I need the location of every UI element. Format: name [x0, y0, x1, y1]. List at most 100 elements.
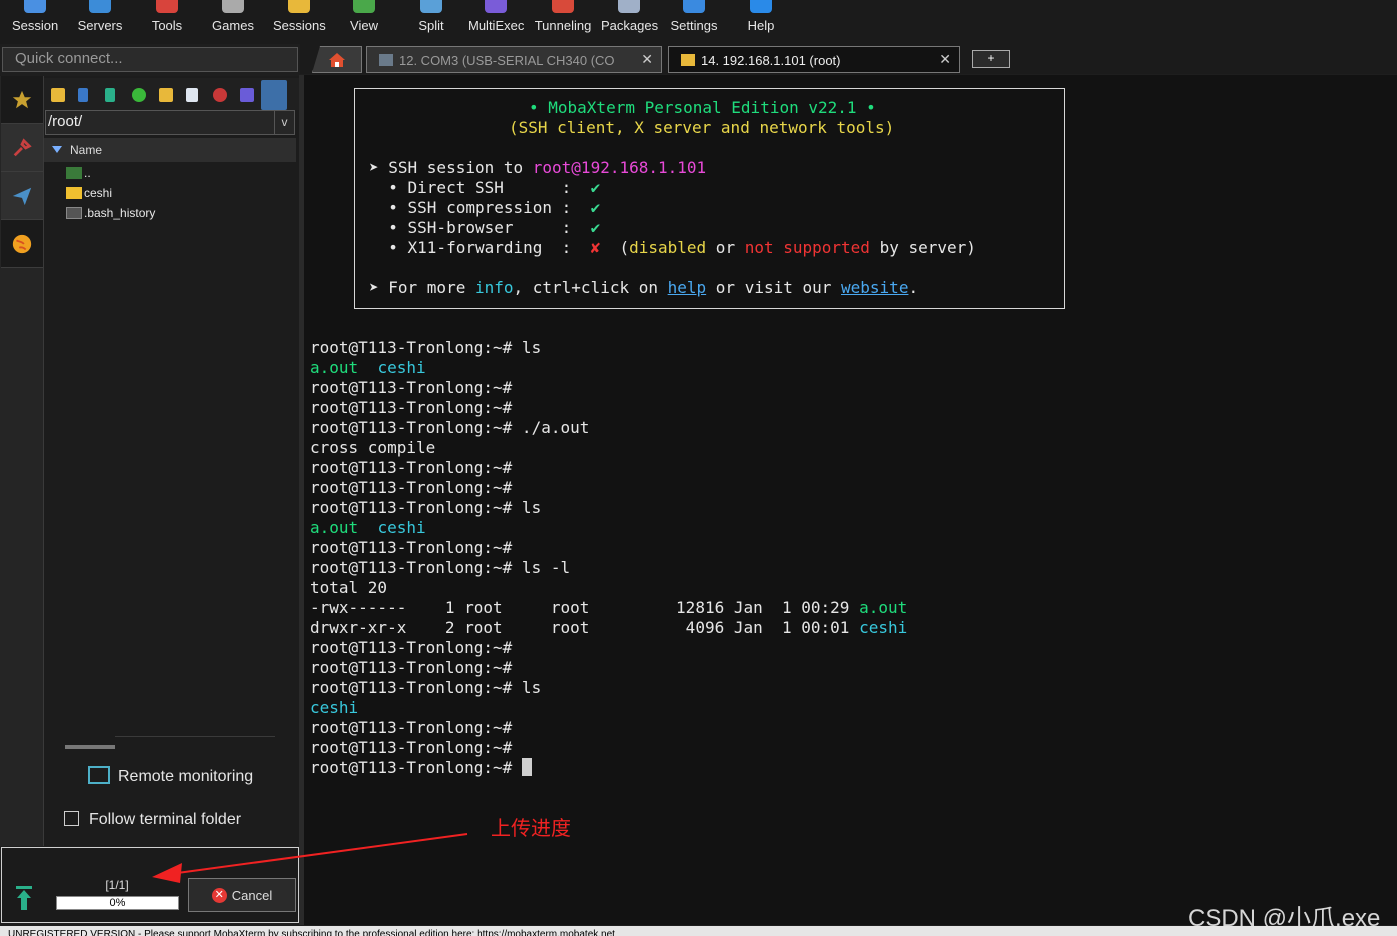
tab-ssh-session[interactable]: 14. 192.168.1.101 (root) ✕ — [668, 46, 960, 73]
toolbar-servers-button[interactable]: Servers — [77, 0, 123, 42]
view-icon — [353, 0, 375, 13]
main-toolbar: Session Servers Tools Games Sessions View Spli… — [0, 0, 1397, 44]
tab-com3[interactable]: 12. COM3 (USB-SERIAL CH340 (CO ✕ — [366, 46, 662, 73]
file-name: ceshi — [84, 186, 113, 200]
prompt-line: root@T113-Tronlong:~# — [310, 378, 512, 398]
shell-prompt: root@T113-Tronlong:~# — [310, 718, 513, 737]
close-tab-icon[interactable]: ✕ — [939, 51, 951, 68]
terminal[interactable]: • MobaXterm Personal Edition v22.1 • (SS… — [304, 75, 1397, 925]
banner-subtitle: (SSH client, X server and network tools) — [509, 118, 895, 137]
terminal-cursor — [521, 758, 532, 776]
macros-side-tab[interactable] — [1, 172, 43, 220]
games-icon — [222, 0, 244, 13]
file-row[interactable]: .bash_history — [66, 206, 155, 226]
ssh-key-icon — [681, 54, 695, 66]
upload-count: [1/1] — [105, 878, 129, 892]
file-icon — [66, 207, 82, 219]
follow-terminal-folder-checkbox[interactable]: Follow terminal folder — [64, 811, 241, 829]
toolbar-session-button[interactable]: Session — [12, 0, 58, 42]
help-link[interactable]: help — [668, 278, 707, 297]
home-tab[interactable] — [312, 46, 362, 73]
tools-icon — [156, 0, 178, 13]
ls-long-line: drwxr-xr-x 2 root root 4096 Jan 1 00:01 … — [310, 618, 908, 637]
shell-prompt: root@T113-Tronlong:~# — [310, 458, 513, 477]
upload-progress-bar: 0% — [56, 896, 179, 910]
upload-icon[interactable] — [105, 88, 115, 102]
session-tab-bar: 12. COM3 (USB-SERIAL CH340 (CO ✕ 14. 192… — [300, 44, 1397, 74]
parent-folder-icon — [66, 167, 82, 179]
toolbar-help-button[interactable]: Help — [745, 0, 777, 42]
new-tab-button[interactable]: + — [972, 50, 1010, 68]
column-header-name[interactable]: Name — [44, 138, 296, 162]
delete-icon[interactable] — [213, 88, 227, 102]
servers-icon — [89, 0, 111, 13]
packages-icon — [618, 0, 640, 13]
star-icon — [12, 90, 32, 108]
toolbar-games-button[interactable]: Games — [211, 0, 255, 42]
toggle-panel-icon[interactable] — [261, 80, 287, 110]
toolbar-packages-button[interactable]: Packages — [601, 0, 658, 42]
cancel-label: Cancel — [231, 887, 273, 903]
file-row[interactable]: ceshi — [66, 186, 112, 206]
prompt-line: root@T113-Tronlong:~# — [310, 398, 512, 418]
sftp-side-tab[interactable] — [1, 220, 43, 268]
prompt-line: root@T113-Tronlong:~# — [310, 638, 512, 658]
remote-monitoring-button[interactable]: Remote monitoring — [88, 766, 253, 786]
banner-x11: • X11-forwarding : ✘ (disabled or not su… — [369, 238, 976, 257]
toolbar-settings-button[interactable]: Settings — [668, 0, 720, 42]
chevron-down-icon[interactable]: v — [274, 111, 294, 134]
shell-prompt: root@T113-Tronlong:~# — [310, 638, 513, 657]
file-name: .. — [84, 166, 91, 180]
home-icon — [329, 52, 345, 67]
shell-prompt: root@T113-Tronlong:~# — [310, 498, 513, 517]
toolbar-multiexec-button[interactable]: MultiExec — [468, 0, 524, 42]
website-link[interactable]: website — [841, 278, 908, 297]
rename-icon[interactable] — [240, 88, 254, 102]
globe-icon — [12, 234, 32, 253]
shell-prompt: root@T113-Tronlong:~# — [310, 418, 513, 437]
toolbar-split-button[interactable]: Split — [415, 0, 447, 42]
sort-desc-icon — [52, 146, 62, 153]
banner-title: • MobaXterm Personal Edition v22.1 • — [529, 98, 876, 117]
folder-up-icon[interactable] — [51, 88, 65, 102]
toolbar-sessions-button[interactable]: Sessions — [273, 0, 326, 42]
prompt-line: root@T113-Tronlong:~# — [310, 758, 532, 778]
prompt-line: root@T113-Tronlong:~# ls — [310, 338, 541, 358]
download-icon[interactable] — [78, 88, 88, 102]
ls-long-line: -rwx------ 1 root root 12816 Jan 1 00:29… — [310, 598, 908, 617]
prompt-line: root@T113-Tronlong:~# ls — [310, 678, 541, 698]
toolbar-tunneling-button[interactable]: Tunneling — [534, 0, 592, 42]
toolbar-label: Games — [212, 18, 254, 33]
banner-ssh-compression: • SSH compression : ✔ — [369, 198, 601, 217]
upload-progress-panel: [1/1] 0% ✕ Cancel — [1, 847, 299, 923]
prompt-line: root@T113-Tronlong:~# ./a.out — [310, 418, 589, 438]
cancel-upload-button[interactable]: ✕ Cancel — [188, 878, 296, 912]
command-text: ls — [512, 498, 542, 517]
side-tab-strip — [0, 76, 44, 846]
close-tab-icon[interactable]: ✕ — [641, 51, 653, 68]
toolbar-tools-button[interactable]: Tools — [147, 0, 187, 42]
tools-side-tab[interactable] — [1, 124, 43, 172]
upload-arrow-icon — [16, 886, 32, 910]
help-icon — [750, 0, 772, 13]
command-text: ls — [512, 678, 542, 697]
new-file-icon[interactable] — [186, 88, 198, 102]
sessions-side-tab[interactable] — [1, 76, 43, 124]
tab-label: 14. 192.168.1.101 (root) — [701, 53, 841, 68]
quick-connect-input[interactable]: Quick connect... — [2, 47, 298, 72]
multiexec-icon — [485, 0, 507, 13]
splitter-handle[interactable] — [65, 745, 115, 749]
shell-prompt: root@T113-Tronlong:~# — [310, 558, 513, 577]
command-text: ls -l — [512, 558, 571, 577]
command-text: ls — [512, 338, 542, 357]
toolbar-view-button[interactable]: View — [347, 0, 381, 42]
new-folder-icon[interactable] — [159, 88, 173, 102]
refresh-icon[interactable] — [132, 88, 146, 102]
file-row[interactable]: .. — [66, 166, 91, 186]
toolbar-label: Help — [747, 18, 775, 33]
ssh-target: root@192.168.1.101 — [532, 158, 707, 177]
path-field[interactable]: /root/ v — [45, 110, 295, 135]
shell-prompt: root@T113-Tronlong:~# — [310, 398, 513, 417]
prompt-line: root@T113-Tronlong:~# — [310, 738, 512, 758]
checkbox-box[interactable] — [64, 811, 79, 826]
